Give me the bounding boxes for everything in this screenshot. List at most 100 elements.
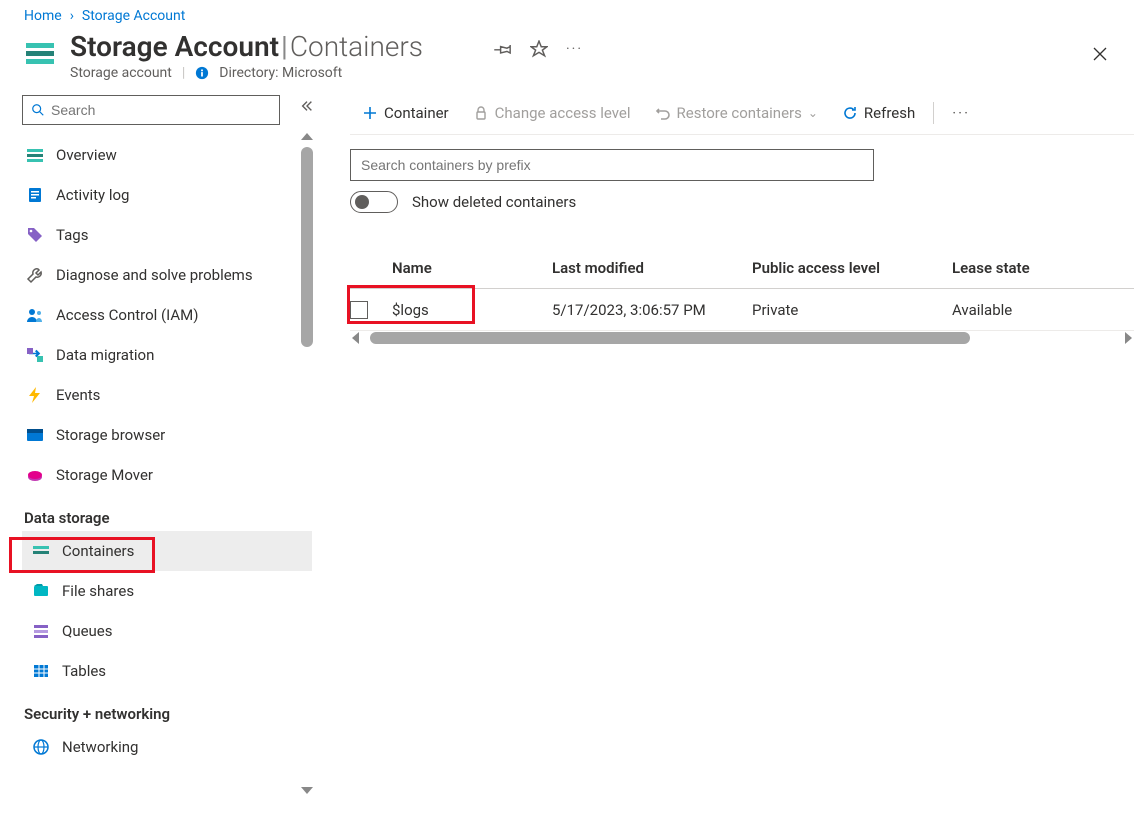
nav-storage-browser[interactable]: Storage browser [22, 415, 312, 455]
section-data-storage: Data storage [24, 509, 312, 527]
refresh-icon [842, 105, 858, 121]
lightning-icon [26, 386, 44, 404]
col-lease-state[interactable]: Lease state [952, 259, 1102, 277]
nav-data-migration[interactable]: Data migration [22, 335, 312, 375]
more-icon[interactable]: ··· [566, 41, 583, 57]
page-header: Storage Account | Containers Storage acc… [0, 30, 1134, 91]
scroll-down-icon[interactable] [301, 787, 313, 794]
people-icon [26, 306, 44, 324]
container-icon [32, 542, 50, 560]
favorite-star-icon[interactable] [530, 40, 548, 58]
nav-queues[interactable]: Queues [22, 611, 312, 651]
nav-file-shares[interactable]: File shares [22, 571, 312, 611]
row-lease-state: Available [952, 301, 1102, 319]
mover-icon [26, 466, 44, 484]
chevron-right-icon: › [70, 8, 74, 24]
nav-label: Activity log [56, 186, 129, 204]
fileshare-icon [32, 582, 50, 600]
close-button[interactable] [1088, 42, 1112, 66]
toolbar-more-button[interactable]: ··· [940, 91, 982, 134]
nav-overview[interactable]: Overview [22, 135, 312, 175]
page-title: Storage Account | Containers [70, 30, 423, 63]
nav-networking[interactable]: Networking [22, 727, 312, 767]
section-security-networking: Security + networking [24, 705, 312, 723]
nav-label: File shares [62, 582, 134, 600]
resource-type-label: Storage account [70, 65, 172, 81]
nav-label: Storage browser [56, 426, 165, 444]
show-deleted-toggle[interactable] [350, 191, 398, 213]
row-name[interactable]: $logs [392, 301, 552, 319]
search-icon [31, 103, 45, 117]
wrench-icon [26, 266, 44, 284]
nav-events[interactable]: Events [22, 375, 312, 415]
scroll-left-icon[interactable] [352, 332, 359, 344]
nav-label: Overview [56, 146, 117, 164]
toolbar: Container Change access level Restore co… [350, 91, 1134, 135]
col-name[interactable]: Name [392, 259, 552, 277]
browser-icon [26, 426, 44, 444]
nav-label: Diagnose and solve problems [56, 266, 253, 284]
search-containers-input[interactable] [350, 149, 874, 181]
nav-containers[interactable]: Containers [22, 531, 312, 571]
queue-icon [32, 622, 50, 640]
containers-table: Name Last modified Public access level L… [350, 247, 1134, 345]
toolbar-separator [933, 102, 934, 124]
page-subtitle: Storage account | Directory: Microsoft [70, 65, 423, 81]
globe-icon [32, 738, 50, 756]
show-deleted-label: Show deleted containers [412, 193, 576, 211]
scroll-thumb[interactable] [301, 147, 313, 347]
title-sub: Containers [290, 30, 423, 63]
sidebar: Overview Activity log Tags Diagnose and … [0, 91, 314, 794]
col-public-access[interactable]: Public access level [752, 259, 952, 277]
nav-label: Queues [62, 622, 113, 640]
undo-icon [655, 105, 671, 121]
toolbar-label: Container [384, 104, 449, 122]
nav-storage-mover[interactable]: Storage Mover [22, 455, 312, 495]
title-divider: | [281, 30, 288, 63]
nav-activity-log[interactable]: Activity log [22, 175, 312, 215]
tag-icon [26, 226, 44, 244]
scroll-right-icon[interactable] [1125, 332, 1132, 344]
refresh-button[interactable]: Refresh [830, 91, 927, 134]
directory-label: Directory: Microsoft [219, 65, 342, 81]
toolbar-label: Refresh [864, 104, 915, 122]
migration-icon [26, 346, 44, 364]
scroll-thumb[interactable] [370, 332, 970, 344]
storage-account-icon [24, 36, 56, 68]
table-row[interactable]: $logs 5/17/2023, 3:06:57 PM Private Avai… [350, 289, 1134, 331]
row-last-modified: 5/17/2023, 3:06:57 PM [552, 301, 752, 319]
toolbar-label: Change access level [495, 104, 631, 122]
sidebar-search[interactable] [22, 95, 280, 125]
collapse-sidebar-button[interactable] [300, 99, 314, 117]
nav-tags[interactable]: Tags [22, 215, 312, 255]
info-icon [195, 66, 209, 80]
nav-label: Access Control (IAM) [56, 306, 198, 324]
nav-label: Tags [56, 226, 88, 244]
col-last-modified[interactable]: Last modified [552, 259, 752, 277]
breadcrumb-home[interactable]: Home [24, 8, 62, 24]
nav-label: Storage Mover [56, 466, 153, 484]
nav-diagnose[interactable]: Diagnose and solve problems [22, 255, 312, 295]
restore-containers-button[interactable]: Restore containers ⌄ [643, 91, 830, 134]
sidebar-scrollbar[interactable] [300, 133, 314, 794]
nav-label: Data migration [56, 346, 154, 364]
change-access-level-button: Change access level [461, 91, 643, 134]
nav-access-control[interactable]: Access Control (IAM) [22, 295, 312, 335]
sidebar-search-input[interactable] [51, 102, 271, 118]
main-content: Container Change access level Restore co… [314, 91, 1134, 794]
pin-icon[interactable] [494, 40, 512, 58]
row-checkbox[interactable] [350, 301, 368, 319]
breadcrumb: Home › Storage Account [0, 0, 1134, 30]
title-main: Storage Account [70, 30, 279, 63]
table-horizontal-scrollbar[interactable] [350, 331, 1134, 345]
lock-icon [473, 105, 489, 121]
chevron-down-icon: ⌄ [808, 106, 818, 120]
new-container-button[interactable]: Container [350, 91, 461, 134]
nav-label: Events [56, 386, 100, 404]
log-icon [26, 186, 44, 204]
nav-label: Containers [62, 542, 134, 560]
nav-tables[interactable]: Tables [22, 651, 312, 691]
scroll-up-icon[interactable] [301, 133, 313, 140]
breadcrumb-storage-account[interactable]: Storage Account [82, 8, 185, 24]
table-icon [32, 662, 50, 680]
